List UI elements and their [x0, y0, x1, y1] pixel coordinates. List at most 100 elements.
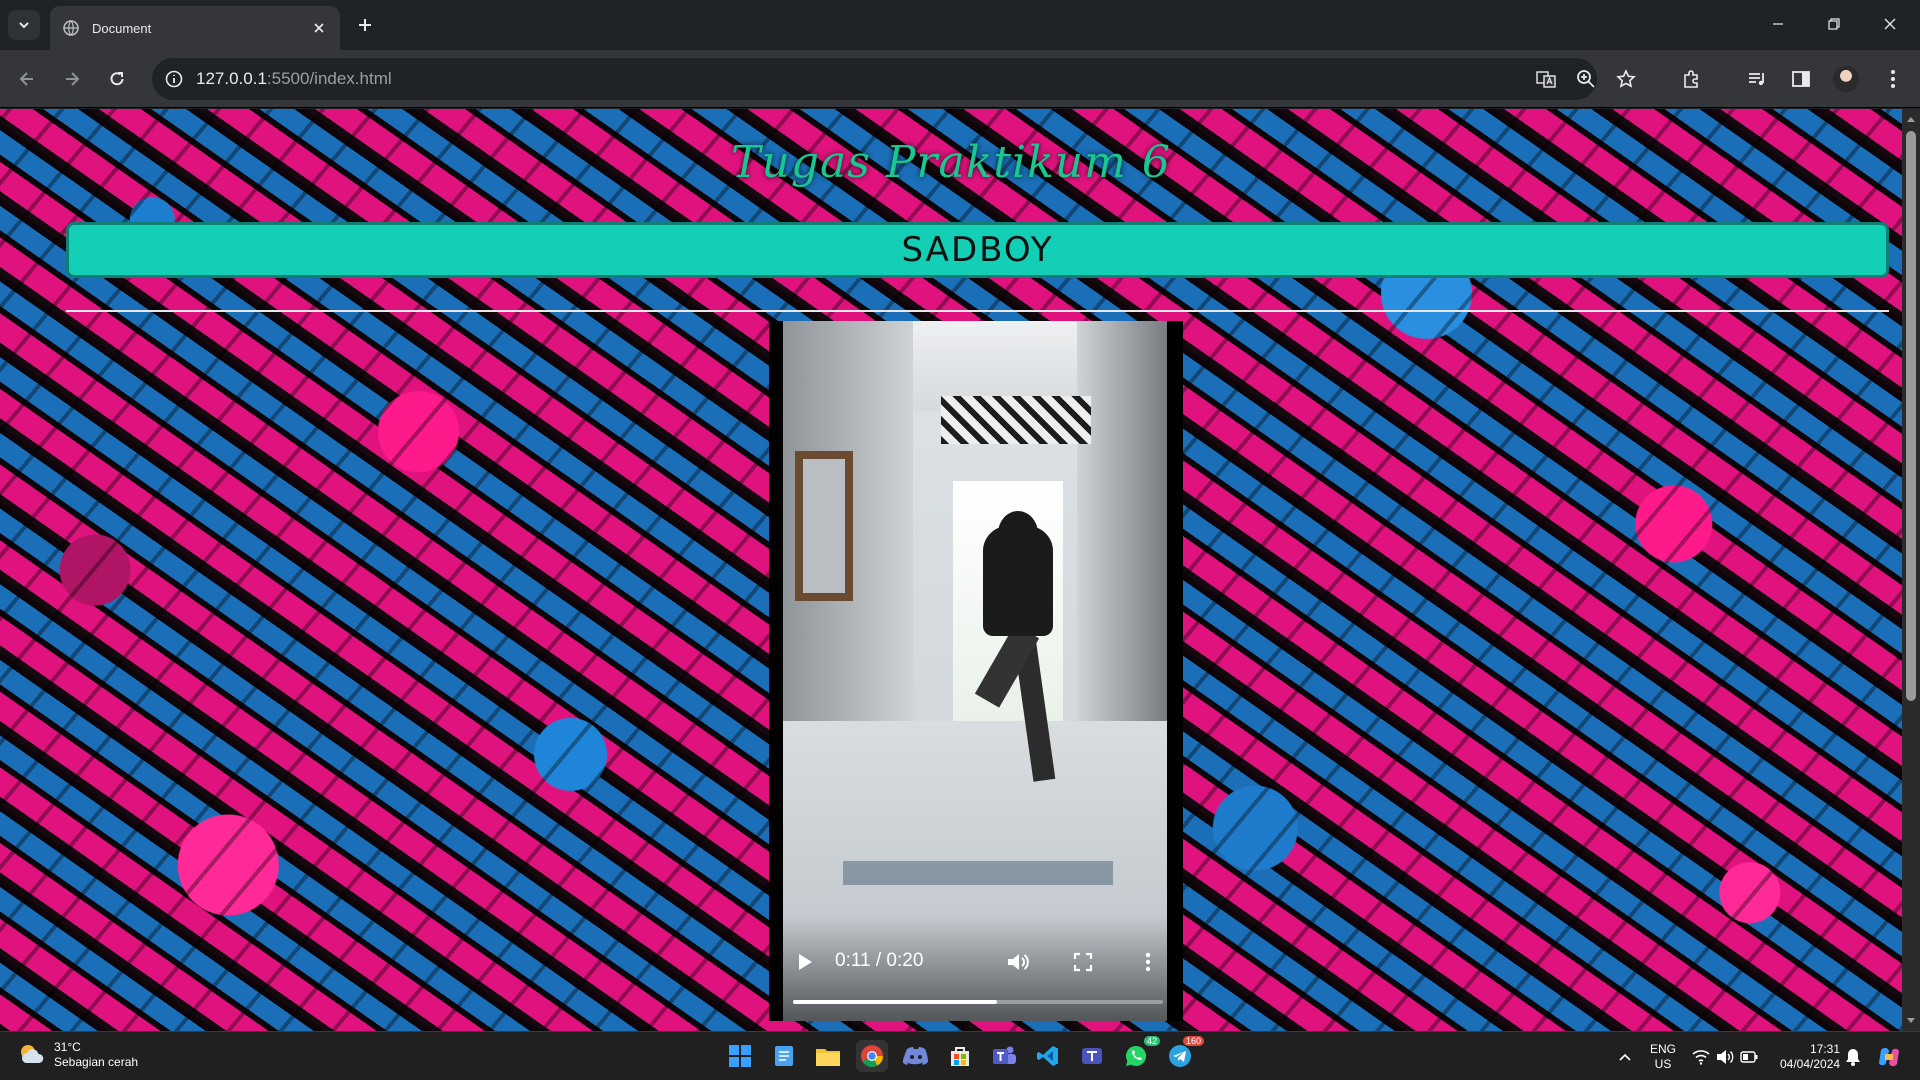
arrow-left-icon: [19, 72, 33, 86]
telegram-app[interactable]: 160: [1164, 1036, 1204, 1072]
url-host: 127.0.0.1: [196, 69, 267, 88]
menu-kebab-icon[interactable]: [1878, 64, 1908, 94]
teams-classic-app[interactable]: [1076, 1040, 1108, 1072]
browser-toolbar: 127.0.0.1:5500/index.html: [0, 50, 1920, 108]
more-vertical-icon: [1145, 952, 1151, 972]
teams-classic-icon: [1082, 1048, 1102, 1064]
browser-tab[interactable]: Document: [50, 6, 340, 50]
tab-strip: Document: [0, 0, 1920, 50]
teams-icon: [993, 1046, 1016, 1064]
arrow-right-icon: [66, 72, 80, 86]
page-scrollbar[interactable]: [1902, 109, 1920, 1031]
back-button[interactable]: [12, 64, 42, 94]
language-indicator[interactable]: ENG US: [1650, 1042, 1676, 1072]
page-viewport: Tugas Praktikum 6 SADBOY 0:11 / 0:20: [0, 109, 1902, 1031]
extensions-icon[interactable]: [1676, 64, 1706, 94]
store-app[interactable]: [944, 1040, 976, 1072]
video-person-head: [998, 511, 1038, 556]
globe-icon: [62, 19, 80, 37]
video-seek-bar[interactable]: [793, 1000, 1163, 1004]
fullscreen-button[interactable]: [1069, 948, 1097, 976]
play-button[interactable]: [791, 948, 819, 976]
reload-button[interactable]: [102, 64, 132, 94]
windows-taskbar: 31°C Sebagian cerah 42 160 ENG US 17:31 …: [0, 1031, 1920, 1080]
battery-icon[interactable]: [1740, 1048, 1758, 1066]
minimize-icon: [1773, 23, 1783, 25]
mute-button[interactable]: [1004, 948, 1032, 976]
forward-button[interactable]: [57, 64, 87, 94]
chevron-down-icon: [19, 22, 29, 29]
video-lattice-vent: [941, 396, 1091, 444]
close-icon: [1884, 18, 1896, 30]
weather-text: 31°C Sebagian cerah: [54, 1040, 138, 1070]
scroll-up-icon[interactable]: [1906, 115, 1916, 123]
whatsapp-app[interactable]: 42: [1120, 1036, 1160, 1072]
reload-icon: [110, 72, 124, 86]
video-floor-tile: [843, 861, 1113, 885]
address-bar[interactable]: 127.0.0.1:5500/index.html: [152, 58, 1636, 100]
video-controls: 0:11 / 0:20: [783, 916, 1167, 1021]
video-frame[interactable]: 0:11 / 0:20: [783, 321, 1167, 1021]
volume-icon[interactable]: [1716, 1048, 1734, 1066]
video-wall-mirror: [795, 451, 853, 601]
whatsapp-badge: 42: [1143, 1036, 1160, 1046]
clock-date: 04/04/2024: [1780, 1057, 1841, 1071]
url-text: 127.0.0.1:5500/index.html: [196, 69, 392, 89]
notepad-app[interactable]: [768, 1040, 800, 1072]
weather-widget[interactable]: 31°C Sebagian cerah: [18, 1040, 138, 1070]
volume-icon: [1008, 954, 1029, 970]
copilot-icon[interactable]: [1876, 1044, 1902, 1070]
folder-icon: [816, 1049, 840, 1066]
fullscreen-icon: [1073, 952, 1093, 972]
video-time: 0:11 / 0:20: [835, 950, 924, 971]
url-path: :5500/index.html: [266, 69, 392, 88]
restore-button[interactable]: [1806, 0, 1862, 48]
play-icon: [799, 954, 812, 970]
start-button[interactable]: [724, 1040, 756, 1072]
plus-icon: [359, 19, 371, 31]
site-info-icon[interactable]: [162, 67, 186, 91]
divider: [66, 310, 1889, 312]
translate-icon[interactable]: [1534, 67, 1558, 91]
file-explorer-app[interactable]: [812, 1040, 844, 1072]
restore-icon: [1828, 18, 1840, 30]
windows-logo-icon: [729, 1045, 751, 1067]
zoom-icon[interactable]: [1574, 67, 1598, 91]
chrome-app[interactable]: [856, 1040, 888, 1072]
profile-avatar[interactable]: [1833, 66, 1859, 92]
vscode-app[interactable]: [1032, 1040, 1064, 1072]
language-code: ENG: [1650, 1042, 1677, 1056]
title-banner: SADBOY: [66, 222, 1889, 278]
telegram-badge: 160: [1182, 1036, 1204, 1046]
video-player[interactable]: 0:11 / 0:20: [769, 321, 1183, 1021]
notification-bell-icon[interactable]: [1844, 1048, 1862, 1066]
tab-search-button[interactable]: [8, 10, 40, 40]
close-tab-icon[interactable]: [308, 17, 330, 39]
notepad-icon: [775, 1046, 793, 1066]
weather-condition: Sebagian cerah: [54, 1055, 139, 1069]
vscode-icon: [1037, 1046, 1058, 1066]
scrollbar-thumb[interactable]: [1906, 131, 1916, 701]
chrome-icon: [861, 1045, 883, 1067]
minimize-button[interactable]: [1750, 0, 1806, 48]
weather-temp: 31°C: [54, 1040, 81, 1054]
discord-app[interactable]: [900, 1040, 932, 1072]
side-panel-icon[interactable]: [1786, 64, 1816, 94]
tab-title: Document: [92, 20, 152, 36]
store-icon: [951, 1047, 969, 1066]
scroll-down-icon[interactable]: [1906, 1017, 1916, 1025]
tray-overflow-chevron-icon[interactable]: [1616, 1048, 1634, 1066]
video-more-button[interactable]: [1134, 948, 1162, 976]
discord-icon: [903, 1047, 928, 1065]
media-controls-icon[interactable]: [1742, 64, 1772, 94]
teams-app[interactable]: [988, 1040, 1020, 1072]
new-tab-button[interactable]: [352, 12, 378, 38]
video-seek-progress: [793, 1000, 997, 1004]
bookmark-star-icon[interactable]: [1614, 67, 1638, 91]
clock-time: 17:31: [1809, 1042, 1840, 1056]
telegram-icon: [1169, 1045, 1191, 1067]
wifi-icon[interactable]: [1692, 1048, 1710, 1066]
clock[interactable]: 17:31 04/04/2024: [1780, 1042, 1840, 1072]
close-window-button[interactable]: [1862, 0, 1918, 48]
whatsapp-icon: [1125, 1045, 1147, 1066]
